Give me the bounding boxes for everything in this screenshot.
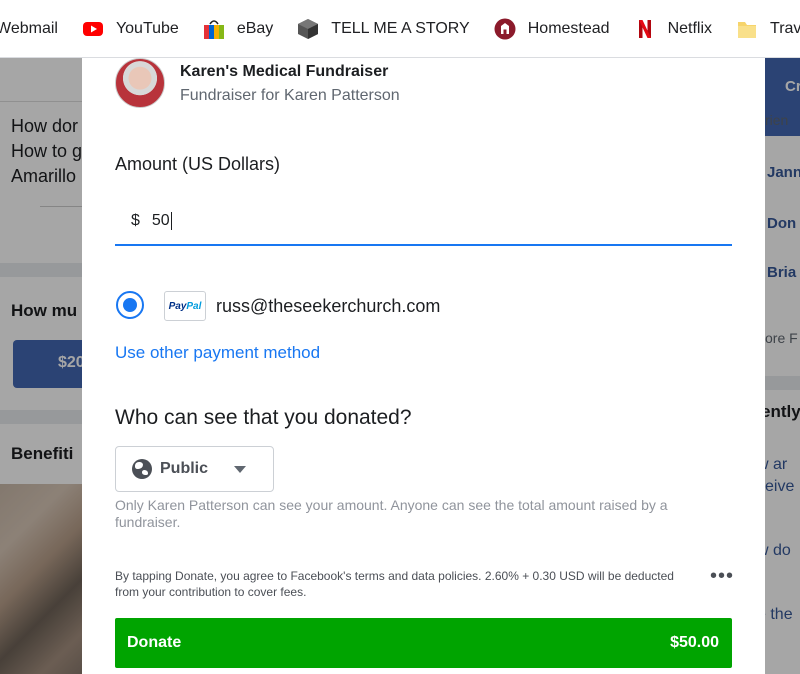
fundraiser-subtitle: Fundraiser for Karen Patterson [180,87,400,104]
bookmark-homestead[interactable]: Homestead [494,18,610,40]
bookmark-tell-me-a-story[interactable]: TELL ME A STORY [297,18,470,40]
bookmark-netflix[interactable]: Netflix [634,18,712,40]
bookmarks-bar: Webmail YouTube eBay TELL ME A STORY Hom… [0,0,800,58]
fundraiser-title: Karen's Medical Fundraiser [180,63,389,80]
homestead-icon [494,18,516,40]
bookmark-label: Travel [770,19,800,37]
privacy-note: Only Karen Patterson can see your amount… [115,497,668,530]
amount-label: Amount (US Dollars) [115,154,281,174]
amount-value[interactable]: 50 [152,212,172,230]
ebay-icon [203,18,225,40]
bookmark-youtube[interactable]: YouTube [82,18,179,40]
cube-icon [297,18,319,40]
bookmark-label: Webmail [0,19,58,37]
currency-symbol: $ [131,212,140,229]
payment-email[interactable]: russ@theseekerchurch.com [216,296,440,317]
youtube-icon [82,18,104,40]
donate-button[interactable]: Donate $50.00 [115,618,732,668]
bookmark-ebay[interactable]: eBay [203,18,273,40]
fundraiser-avatar [115,58,165,108]
bookmark-label: eBay [236,19,274,37]
paypal-logo-text: Pay [168,300,187,312]
bookmark-label: Netflix [667,19,713,37]
privacy-label: Public [160,460,209,477]
caret-down-icon [234,465,247,473]
amount-input[interactable]: $ 50 [115,198,732,246]
bookmark-label: Homestead [527,19,610,37]
bookmark-travel[interactable]: Travel [736,18,800,40]
donate-label: Donate [127,634,182,651]
who-can-see-heading: Who can see that you donated? [115,406,412,429]
bookmark-label: TELL ME A STORY [331,19,470,37]
privacy-selector[interactable]: Public [115,446,274,492]
use-other-payment-link[interactable]: Use other payment method [115,343,320,363]
donate-dialog: Karen's Medical Fundraiser Fundraiser fo… [82,58,765,674]
donate-amount: $50.00 [670,634,719,651]
globe-icon [132,459,152,479]
folder-icon [736,18,758,40]
more-options-icon[interactable]: ••• [710,566,734,586]
bookmark-label: YouTube [115,19,179,37]
payment-radio-selected[interactable] [116,291,144,319]
terms-text: By tapping Donate, you agree to Facebook… [115,569,674,599]
bookmark-webmail[interactable]: Webmail [0,20,58,38]
netflix-icon [634,18,656,40]
paypal-icon: Pay Pal [164,291,206,321]
paypal-logo-text: Pal [186,300,202,312]
